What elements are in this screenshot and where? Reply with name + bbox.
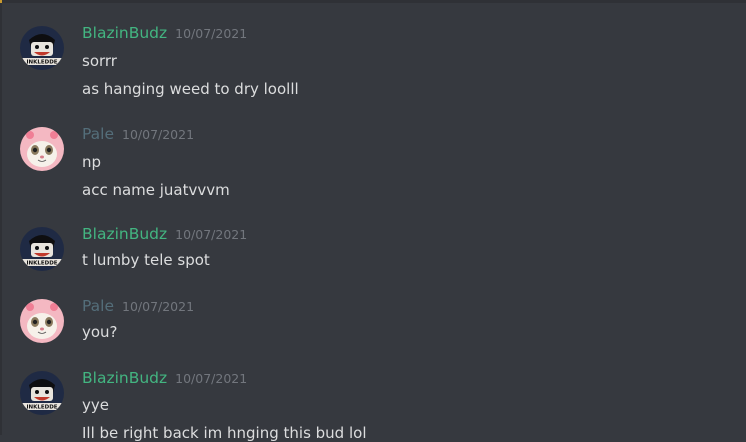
avatar[interactable]	[20, 299, 64, 343]
message-header: Pale 10/07/2021	[82, 296, 194, 315]
message-header: BlazinBudz 10/07/2021	[82, 224, 247, 243]
timestamp[interactable]: 10/07/2021	[175, 26, 247, 41]
cat-in-pink-hood-avatar-icon	[20, 299, 64, 343]
avatar[interactable]	[20, 127, 64, 171]
svg-text:INKLEDDE: INKLEDDE	[26, 60, 57, 66]
cat-in-pink-hood-avatar-icon	[20, 127, 64, 171]
cartoon-face-avatar-icon: INKLEDDE	[20, 26, 64, 70]
message-text: t lumby tele spot	[82, 251, 210, 269]
message-group: INKLEDDE BlazinBudz 10/07/2021 yye Ill be…	[0, 368, 746, 442]
message-header: BlazinBudz 10/07/2021	[82, 23, 247, 42]
svg-text:INKLEDDE: INKLEDDE	[26, 405, 57, 411]
message-group: INKLEDDE BlazinBudz 10/07/2021 t lumby te…	[0, 224, 746, 277]
message-group: Pale 10/07/2021 np acc name juatvvvm	[0, 124, 746, 207]
username[interactable]: BlazinBudz	[82, 369, 167, 387]
username[interactable]: Pale	[82, 125, 114, 143]
avatar[interactable]: INKLEDDE	[20, 227, 64, 271]
message-group: Pale 10/07/2021 you?	[0, 296, 746, 349]
svg-text:INKLEDDE: INKLEDDE	[26, 261, 57, 267]
message-header: Pale 10/07/2021	[82, 124, 194, 143]
username[interactable]: Pale	[82, 297, 114, 315]
message-text: as hanging weed to dry loolll	[82, 80, 299, 98]
message-text: np	[82, 153, 102, 171]
message-group: INKLEDDE BlazinBudz 10/07/2021 sorrr as h…	[0, 23, 746, 106]
avatar[interactable]: INKLEDDE	[20, 26, 64, 70]
message-header: BlazinBudz 10/07/2021	[82, 368, 247, 387]
timestamp[interactable]: 10/07/2021	[175, 371, 247, 386]
avatar[interactable]: INKLEDDE	[20, 371, 64, 415]
message-text: yye	[82, 396, 109, 414]
cartoon-face-avatar-icon: INKLEDDE	[20, 227, 64, 271]
username[interactable]: BlazinBudz	[82, 24, 167, 42]
message-text: acc name juatvvvm	[82, 181, 230, 199]
timestamp[interactable]: 10/07/2021	[175, 227, 247, 242]
username[interactable]: BlazinBudz	[82, 225, 167, 243]
timestamp[interactable]: 10/07/2021	[122, 127, 194, 142]
timestamp[interactable]: 10/07/2021	[122, 299, 194, 314]
message-text: sorrr	[82, 52, 117, 70]
message-list[interactable]: INKLEDDE BlazinBudz 10/07/2021 sorrr as h…	[0, 0, 746, 442]
message-text: Ill be right back im hnging this bud lol	[82, 424, 367, 442]
message-text: you?	[82, 323, 118, 341]
cartoon-face-avatar-icon: INKLEDDE	[20, 371, 64, 415]
